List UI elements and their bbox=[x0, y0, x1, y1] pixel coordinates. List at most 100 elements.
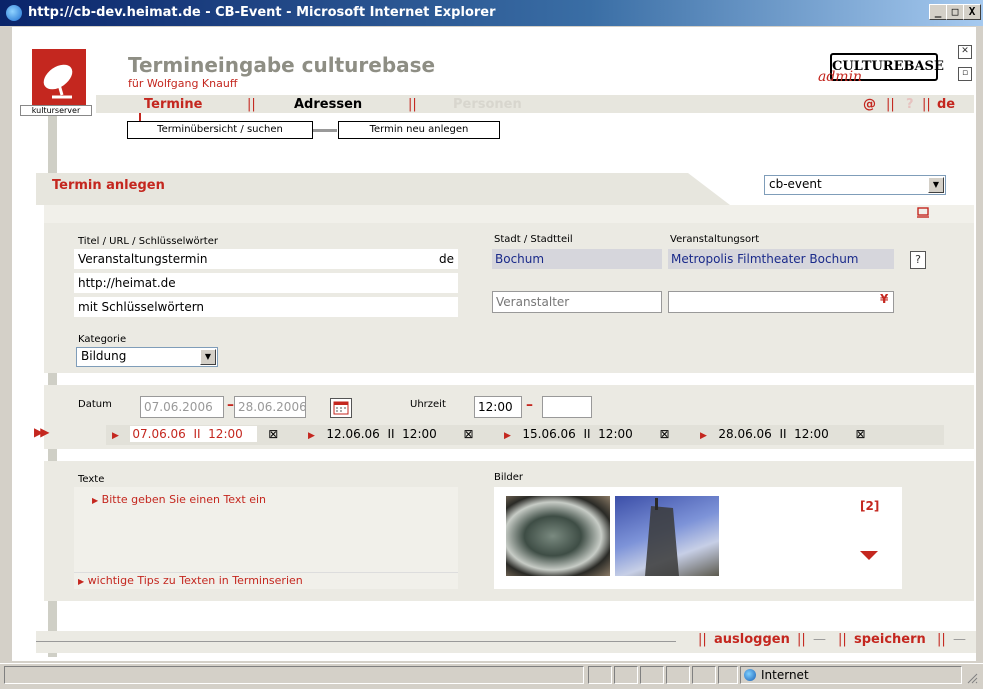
calendar-icon[interactable] bbox=[330, 398, 352, 418]
window-titlebar: http://cb-dev.heimat.de - CB-Event - Mic… bbox=[0, 0, 983, 26]
language-link[interactable]: de bbox=[937, 97, 955, 112]
add-text-link[interactable]: ▶ Bitte geben Sie einen Text ein bbox=[92, 493, 266, 506]
time-label: Uhrzeit bbox=[410, 399, 446, 410]
caret-right-icon: ▶ bbox=[308, 431, 315, 441]
section-title: Termin anlegen bbox=[52, 178, 165, 193]
venue-field[interactable]: Metropolis Filmtheater Bochum bbox=[668, 249, 894, 269]
series-time: 12:00 bbox=[402, 427, 437, 441]
logo-label: kulturserver bbox=[20, 105, 92, 116]
browser-page: kulturserver Termineingabe culturebase f… bbox=[12, 27, 976, 661]
date-to-input[interactable]: 28.06.2006 bbox=[234, 396, 307, 418]
remove-date-icon[interactable]: ⊠ bbox=[855, 427, 865, 441]
popup-window-icon[interactable]: ▫ bbox=[958, 67, 972, 81]
nav-separator: || bbox=[408, 97, 417, 112]
close-button[interactable]: X bbox=[963, 4, 981, 20]
nav-separator: || bbox=[922, 97, 931, 112]
window-title: http://cb-dev.heimat.de - CB-Event - Mic… bbox=[28, 5, 496, 20]
nav-personen[interactable]: Personen bbox=[453, 97, 522, 112]
images-label: Bilder bbox=[494, 472, 524, 483]
category-select[interactable]: Bildung ▼ bbox=[76, 347, 218, 367]
add-text-label: Bitte geben Sie einen Text ein bbox=[101, 493, 266, 506]
footer-separator: || bbox=[698, 632, 707, 647]
profile-select[interactable]: cb-event ▼ bbox=[764, 175, 946, 195]
image-count: [2] bbox=[860, 499, 880, 513]
city-field[interactable]: Bochum bbox=[492, 249, 662, 269]
status-cell bbox=[692, 666, 716, 684]
chevron-down-icon: ▼ bbox=[200, 349, 216, 365]
caret-right-icon: ▶ bbox=[112, 431, 119, 441]
nav-adressen[interactable]: Adressen bbox=[294, 97, 362, 112]
remove-date-icon[interactable]: ⊠ bbox=[463, 427, 473, 441]
footer-separator: || bbox=[797, 632, 806, 647]
footer-separator: || bbox=[838, 632, 847, 647]
logout-link[interactable]: ausloggen bbox=[714, 632, 790, 647]
kulturserver-logo[interactable]: kulturserver bbox=[20, 49, 94, 117]
url-input[interactable]: http://heimat.de bbox=[74, 273, 458, 293]
series-sep: II bbox=[583, 427, 591, 441]
ie-icon bbox=[6, 5, 22, 21]
security-zone-cell: Internet bbox=[740, 666, 962, 684]
series-date: 15.06.06 bbox=[522, 427, 576, 441]
text-tips-label: wichtige Tips zu Texten in Terminserien bbox=[87, 574, 303, 587]
series-item[interactable]: ▶ 28.06.06 II 12:00 ⊠ bbox=[700, 427, 866, 441]
series-date: 12.06.06 bbox=[326, 427, 380, 441]
footer-dash: — bbox=[813, 632, 826, 647]
resize-grip-icon[interactable] bbox=[966, 672, 978, 684]
time-to-input[interactable] bbox=[542, 396, 592, 418]
caret-right-icon: ▶ bbox=[700, 431, 707, 441]
series-expand-icon[interactable]: ▶▶ bbox=[34, 425, 50, 439]
remove-date-icon[interactable]: ⊠ bbox=[659, 427, 669, 441]
chevron-down-icon: ▼ bbox=[928, 177, 944, 193]
window-border-right bbox=[976, 27, 983, 661]
organizer-dropdown-icon[interactable]: ¥ bbox=[880, 292, 888, 306]
date-from-input[interactable]: 07.06.2006 bbox=[140, 396, 224, 418]
scroll-down-icon[interactable] bbox=[860, 551, 878, 560]
series-time: 12:00 bbox=[598, 427, 633, 441]
series-date: 28.06.06 bbox=[718, 427, 772, 441]
series-time: 12:00 bbox=[794, 427, 829, 441]
maximize-button[interactable]: □ bbox=[946, 4, 964, 20]
title-input[interactable]: Veranstaltungstermin de bbox=[74, 249, 458, 269]
text-tips-link[interactable]: ▶ wichtige Tips zu Texten in Terminserie… bbox=[78, 574, 303, 587]
image-thumbnail[interactable] bbox=[506, 496, 610, 576]
email-link[interactable]: @ bbox=[863, 97, 876, 112]
city-label: Stadt / Stadtteil bbox=[494, 234, 573, 245]
minimize-button[interactable]: _ bbox=[929, 4, 947, 20]
status-text-cell bbox=[4, 666, 584, 684]
status-cell bbox=[640, 666, 664, 684]
tab-termin-neu[interactable]: Termin neu anlegen bbox=[338, 121, 500, 139]
status-cell bbox=[718, 666, 738, 684]
profile-select-value: cb-event bbox=[769, 177, 822, 191]
series-sep: II bbox=[193, 427, 201, 441]
help-link[interactable]: ? bbox=[906, 97, 914, 112]
venue-help-button[interactable]: ? bbox=[910, 251, 926, 269]
nav-termine[interactable]: Termine bbox=[144, 97, 202, 112]
culturebase-admin-logo: CULTUREBASE admin bbox=[818, 47, 944, 85]
print-icon[interactable] bbox=[917, 207, 929, 218]
time-from-input[interactable]: 12:00 bbox=[474, 396, 522, 418]
save-link[interactable]: speichern bbox=[854, 632, 926, 647]
series-item[interactable]: ▶ 07.06.06 II 12:00 ⊠ bbox=[112, 426, 278, 442]
toolbar-strip bbox=[44, 205, 974, 223]
date-label: Datum bbox=[78, 399, 112, 410]
image-thumbnail[interactable] bbox=[615, 496, 719, 576]
series-sep: II bbox=[387, 427, 395, 441]
keywords-input[interactable]: mit Schlüsselwörtern bbox=[74, 297, 458, 317]
nav-separator: || bbox=[247, 97, 256, 112]
close-frame-icon[interactable]: ✕ bbox=[958, 45, 972, 59]
tab-connector bbox=[313, 129, 337, 132]
series-item[interactable]: ▶ 12.06.06 II 12:00 ⊠ bbox=[308, 427, 474, 441]
title-label: Titel / URL / Schlüsselwörter bbox=[78, 236, 218, 247]
organizer-input[interactable]: Veranstalter bbox=[492, 291, 662, 313]
globe-icon bbox=[744, 669, 756, 681]
user-subtitle: für Wolfgang Knauff bbox=[128, 77, 238, 90]
series-time: 12:00 bbox=[208, 427, 243, 441]
remove-date-icon[interactable]: ⊠ bbox=[268, 427, 278, 441]
organizer-select[interactable] bbox=[668, 291, 894, 313]
footer-line bbox=[36, 641, 676, 642]
date-range-dash: – bbox=[227, 397, 234, 413]
status-cell bbox=[614, 666, 638, 684]
brand-admin-text: admin bbox=[818, 69, 863, 85]
tab-termin-uebersicht[interactable]: Terminübersicht / suchen bbox=[127, 121, 313, 139]
series-item[interactable]: ▶ 15.06.06 II 12:00 ⊠ bbox=[504, 427, 670, 441]
